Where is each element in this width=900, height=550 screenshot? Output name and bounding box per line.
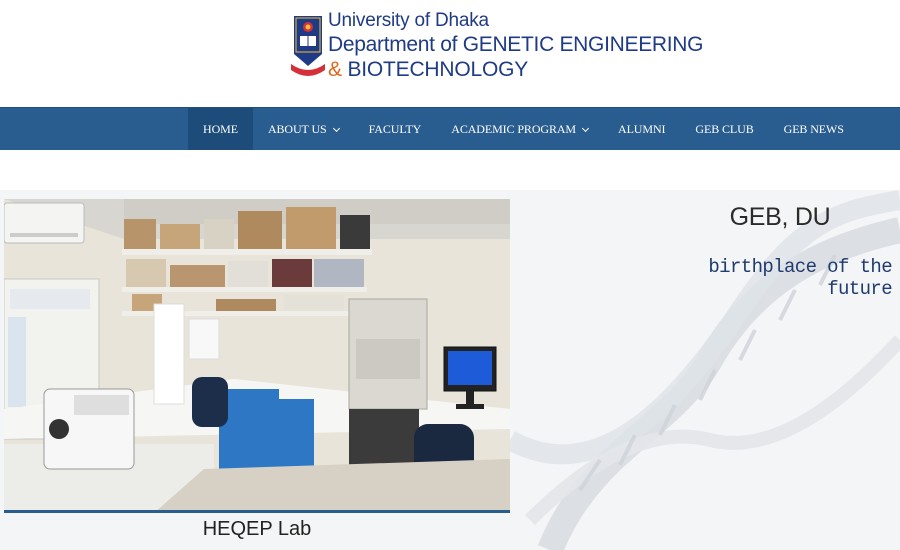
department-name-line2: & BIOTECHNOLOGY <box>328 58 703 82</box>
nav-geb-club-label: GEB CLUB <box>695 122 754 136</box>
nav-about-us[interactable]: ABOUT US <box>253 108 354 151</box>
chevron-down-icon <box>332 124 340 132</box>
nav-geb-news-label: GEB NEWS <box>783 122 844 136</box>
main-navigation: HOME ABOUT US FACULTY ACADEMIC PROGRAM A… <box>0 107 900 151</box>
nav-geb-news[interactable]: GEB NEWS <box>769 108 859 151</box>
nav-faculty-label: FACULTY <box>368 122 422 136</box>
department-name-line1: Department of GENETIC ENGINEERING <box>328 33 704 56</box>
department-name-biotech: BIOTECHNOLOGY <box>347 58 529 81</box>
nav-geb-club[interactable]: GEB CLUB <box>680 108 768 151</box>
hero-title: GEB, DU <box>729 203 831 231</box>
site-header: University of Dhaka Department of GENETI… <box>0 0 900 107</box>
dna-helix-background <box>510 190 900 550</box>
nav-home[interactable]: HOME <box>188 108 253 151</box>
university-name: University of Dhaka <box>328 10 489 31</box>
nav-about-us-label: ABOUT US <box>267 122 327 136</box>
nav-alumni-label: ALUMNI <box>618 122 666 136</box>
chevron-down-icon <box>581 124 590 132</box>
university-crest-icon <box>291 16 325 76</box>
nav-academic-program-label: ACADEMIC PROGRAM <box>451 122 577 136</box>
nav-faculty[interactable]: FACULTY <box>354 108 437 151</box>
nav-alumni[interactable]: ALUMNI <box>603 108 680 151</box>
lab-photo-slide[interactable] <box>4 199 510 513</box>
nav-home-label: HOME <box>203 122 238 136</box>
department-logo[interactable]: University of Dhaka Department of GENETI… <box>288 10 708 82</box>
slide-caption: HEQEP Lab <box>202 518 312 540</box>
ampersand: & <box>328 58 342 81</box>
lab-photo <box>4 199 510 510</box>
hero-subtitle: birthplace of the future <box>708 256 892 300</box>
nav-academic-program[interactable]: ACADEMIC PROGRAM <box>436 108 603 151</box>
